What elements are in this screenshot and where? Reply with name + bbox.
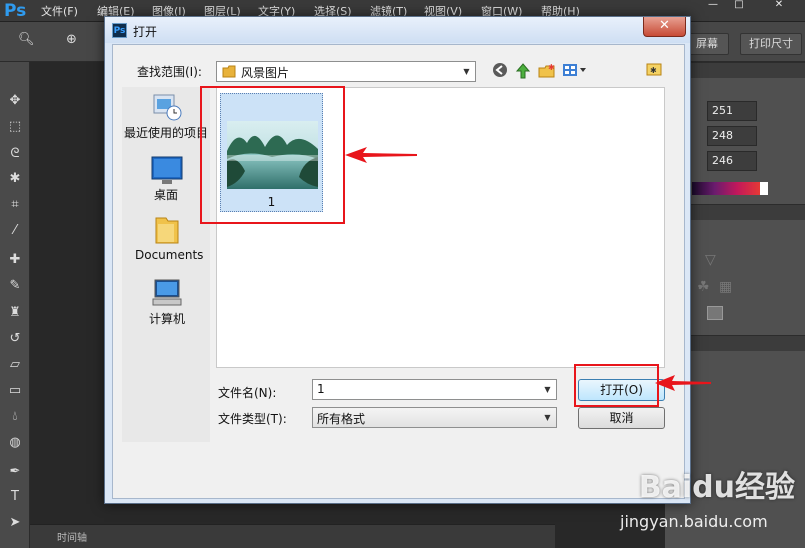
new-folder-icon[interactable]: ✱ [538,62,556,80]
color-ramp-white [760,182,768,195]
close-icon[interactable]: ✕ [643,17,686,37]
svg-text:✱: ✱ [548,63,555,72]
filetype-select[interactable]: 所有格式 ▼ [312,407,557,428]
up-folder-icon[interactable] [514,62,532,80]
folder-icon [222,65,236,78]
documents-folder-icon [155,217,179,244]
chevron-down-icon[interactable]: ▼ [539,380,556,399]
recent-items-icon [153,94,182,121]
maximize-icon[interactable]: □ [728,0,750,12]
gradient-map-icon[interactable] [707,306,723,320]
timeline-tab[interactable]: 时间轴 [57,529,87,544]
window-close-icon[interactable]: ✕ [768,0,790,12]
print-size-button[interactable]: 打印尺寸 [740,33,802,55]
back-icon[interactable] [491,62,509,80]
timeline-panel: 时间轴 [30,524,555,548]
magic-wand-icon[interactable]: ✱ [6,170,24,188]
clone-stamp-icon[interactable]: ♜ [6,304,24,322]
photoshop-logo: Ps [4,1,27,21]
color-b-field[interactable]: 246 [707,151,757,171]
ps-app-icon: Ps [112,23,127,38]
eyedropper-icon[interactable]: ⁄ [6,222,24,240]
baidu-watermark: Baidu经验 [638,470,795,505]
brush-tool-icon[interactable]: ✎ [6,277,24,295]
chevron-down-icon: ▼ [463,67,470,76]
zoom-tool-icon[interactable]: 🔍︎ [18,32,35,47]
dialog-title: 打开 [133,25,158,39]
highlight-box-open [574,364,659,407]
move-tool-icon[interactable]: ✥ [6,92,24,110]
svg-text:✱: ✱ [650,66,657,75]
crop-tool-icon[interactable]: ⌗ [6,196,24,214]
chevron-down-icon: ▼ [544,413,551,422]
zoom-in-icon[interactable]: ⊕ [66,32,77,47]
filename-value: 1 [317,382,325,396]
documents-label: Documents [135,248,204,262]
view-menu-icon[interactable] [562,62,588,80]
history-brush-icon[interactable]: ↺ [6,330,24,348]
path-select-icon[interactable]: ➤ [6,514,24,532]
highlight-box-file [200,86,345,224]
color-ramp[interactable] [692,182,760,195]
pen-tool-icon[interactable]: ✒ [6,463,24,481]
filename-label: 文件名(N): [218,386,277,400]
color-r-field[interactable]: 251 [707,101,757,121]
arrow-left-icon [655,375,711,391]
cancel-button[interactable]: 取消 [578,407,665,429]
desktop-icon [151,156,183,184]
baidu-watermark-url: jingyan.baidu.com [620,512,768,531]
favorite-folder-icon[interactable]: ✱ [645,62,663,80]
minimize-icon[interactable]: — [702,0,724,12]
computer-label: 计算机 [149,312,186,326]
dialog-titlebar[interactable]: Ps 打开 ✕ [105,17,690,43]
channel-mixer-icon[interactable]: ☘ [697,279,710,295]
color-lookup-icon[interactable]: ▦ [719,279,732,295]
marquee-tool-icon[interactable]: ⬚ [6,118,24,136]
healing-brush-icon[interactable]: ✚ [6,251,24,269]
computer-icon [152,279,182,306]
look-in-select[interactable]: 风景图片 ▼ [216,61,476,82]
filetype-value: 所有格式 [317,412,366,426]
gradient-tool-icon[interactable]: ▭ [6,382,24,400]
adjustment-icon[interactable]: ▽ [705,252,716,268]
color-g-field[interactable]: 248 [707,126,757,146]
desktop-label: 桌面 [154,188,179,202]
look-in-label: 查找范围(I): [137,65,202,79]
lasso-tool-icon[interactable]: ᘓ [6,145,24,163]
menu-file[interactable]: 文件(F) [41,3,78,19]
dodge-tool-icon[interactable]: ◍ [6,434,24,452]
type-tool-icon[interactable]: T [6,488,24,506]
filetype-label: 文件类型(T): [218,412,287,426]
filename-input[interactable]: 1 ▼ [312,379,557,400]
blur-tool-icon[interactable]: 💧︎ [6,408,24,426]
eraser-icon[interactable]: ▱ [6,356,24,374]
recent-items-label: 最近使用的项目 [124,126,209,140]
fill-screen-button[interactable]: 屏幕 [685,33,729,55]
look-in-value: 风景图片 [241,66,290,80]
arrow-left-icon [345,147,417,163]
